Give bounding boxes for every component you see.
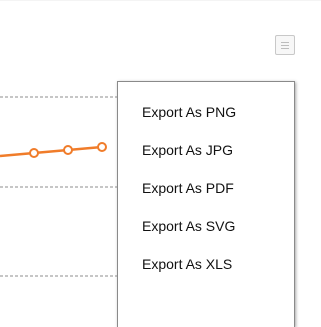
export-pdf-item[interactable]: Export As PDF bbox=[118, 176, 294, 200]
hamburger-icon bbox=[281, 42, 289, 43]
export-menu-button[interactable] bbox=[275, 35, 295, 55]
data-point-1[interactable] bbox=[29, 148, 39, 158]
data-point-2[interactable] bbox=[63, 145, 73, 155]
series-orange bbox=[0, 142, 107, 158]
series-line bbox=[0, 145, 103, 158]
export-menu: Export As PNG Export As JPG Export As PD… bbox=[117, 81, 295, 327]
chart-container: Export As PNG Export As JPG Export As PD… bbox=[0, 0, 321, 327]
gridlines bbox=[0, 96, 117, 277]
data-point-3[interactable] bbox=[97, 142, 107, 152]
export-jpg-item[interactable]: Export As JPG bbox=[118, 138, 294, 162]
export-xls-item[interactable]: Export As XLS bbox=[118, 252, 294, 276]
hamburger-icon-bar bbox=[281, 45, 289, 46]
export-png-item[interactable]: Export As PNG bbox=[118, 100, 294, 124]
hamburger-icon-bar bbox=[281, 48, 289, 49]
export-svg-item[interactable]: Export As SVG bbox=[118, 214, 294, 238]
